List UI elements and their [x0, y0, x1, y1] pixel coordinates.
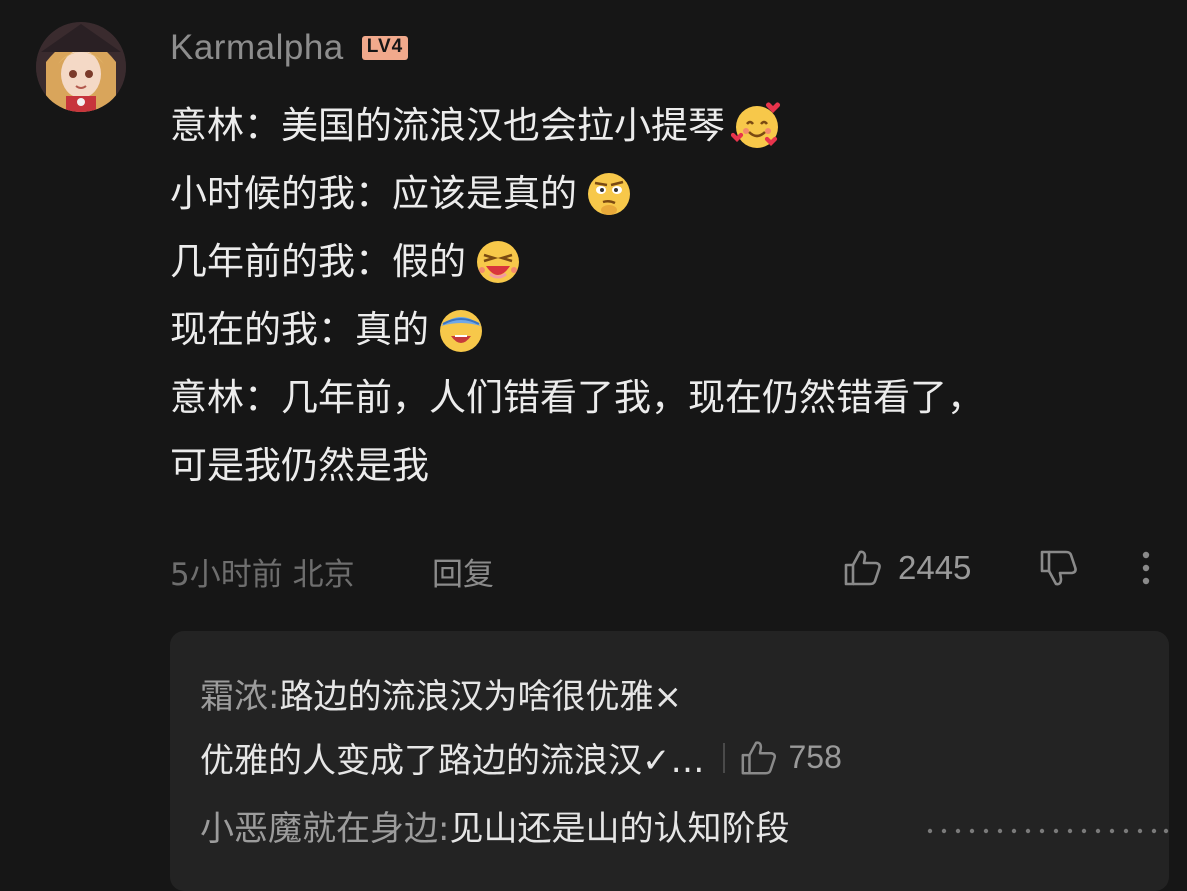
- divider: [722, 742, 725, 773]
- comment-meta: 5小时前 北京 回复 2445: [170, 543, 1160, 593]
- level-badge: LV4: [361, 36, 409, 60]
- thumbs-up-icon: [844, 550, 881, 586]
- reply-text: 路边的流浪汉为啥很优雅×: [279, 677, 682, 717]
- laughing-face-icon: [477, 241, 519, 283]
- comment-line-text: 几年前的我：假的: [170, 240, 466, 283]
- comment-body: 意林：美国的流浪汉也会拉小提琴 小时候的我：应该是真的 几年前的我：假的 现在的…: [170, 92, 1160, 500]
- watermark: [927, 828, 1169, 834]
- like-count: 2445: [898, 549, 972, 586]
- comment-line: 几年前的我：假的: [170, 228, 1160, 296]
- reply-text: 见山还是山的认知阶段: [449, 809, 790, 849]
- comment-line-text: 意林：几年前，人们错看了我，现在仍然错看了，: [170, 376, 984, 419]
- timestamp-location: 5小时前 北京: [170, 557, 355, 593]
- comment-line: 可是我仍然是我: [170, 432, 1160, 500]
- avatar[interactable]: [36, 22, 126, 112]
- reply-like-count: 758: [788, 739, 842, 775]
- comment-line: 意林：几年前，人们错看了我，现在仍然错看了，: [170, 364, 1160, 432]
- comment-line-text: 意林：美国的流浪汉也会拉小提琴: [170, 104, 725, 147]
- reply-text: 优雅的人变成了路边的流浪汉✓…: [200, 741, 705, 781]
- skeptical-face-icon: [588, 173, 630, 215]
- comment-line: 意林：美国的流浪汉也会拉小提琴: [170, 92, 1160, 160]
- thumbs-down-icon[interactable]: [1038, 547, 1080, 589]
- thumbs-up-icon[interactable]: [739, 738, 779, 778]
- reply-item[interactable]: 小恶魔就在身边: 见山还是山的认知阶段: [200, 801, 789, 850]
- more-options-icon[interactable]: [1130, 547, 1162, 589]
- reply-author[interactable]: 小恶魔就在身边:: [200, 801, 449, 850]
- username-row: Karmalpha LV4: [170, 26, 409, 70]
- comment-line-text: 可是我仍然是我: [170, 444, 429, 487]
- username[interactable]: Karmalpha: [170, 28, 344, 68]
- reply-button[interactable]: 回复: [432, 549, 494, 594]
- covering-eyes-face-icon: [440, 310, 482, 352]
- reply-author[interactable]: 霜浓:: [200, 669, 279, 718]
- comment-line: 现在的我：真的: [170, 296, 1160, 364]
- comment-line-text: 小时候的我：应该是真的: [170, 172, 577, 215]
- reply-item[interactable]: 优雅的人变成了路边的流浪汉✓… 758: [200, 733, 842, 782]
- reply-item[interactable]: 霜浓: 路边的流浪汉为啥很优雅×: [200, 669, 682, 718]
- replies-box[interactable]: 霜浓: 路边的流浪汉为啥很优雅× 优雅的人变成了路边的流浪汉✓… 758 小恶魔…: [170, 631, 1169, 891]
- comment-line-text: 现在的我：真的: [170, 308, 429, 351]
- like-button[interactable]: 2445: [842, 543, 971, 593]
- avatar-image: [36, 22, 126, 112]
- comment-line: 小时候的我：应该是真的: [170, 160, 1160, 228]
- smiling-face-with-hearts-icon: [731, 102, 780, 148]
- comment-card: Karmalpha LV4 意林：美国的流浪汉也会拉小提琴 小时候的我：应该是真…: [0, 0, 1187, 891]
